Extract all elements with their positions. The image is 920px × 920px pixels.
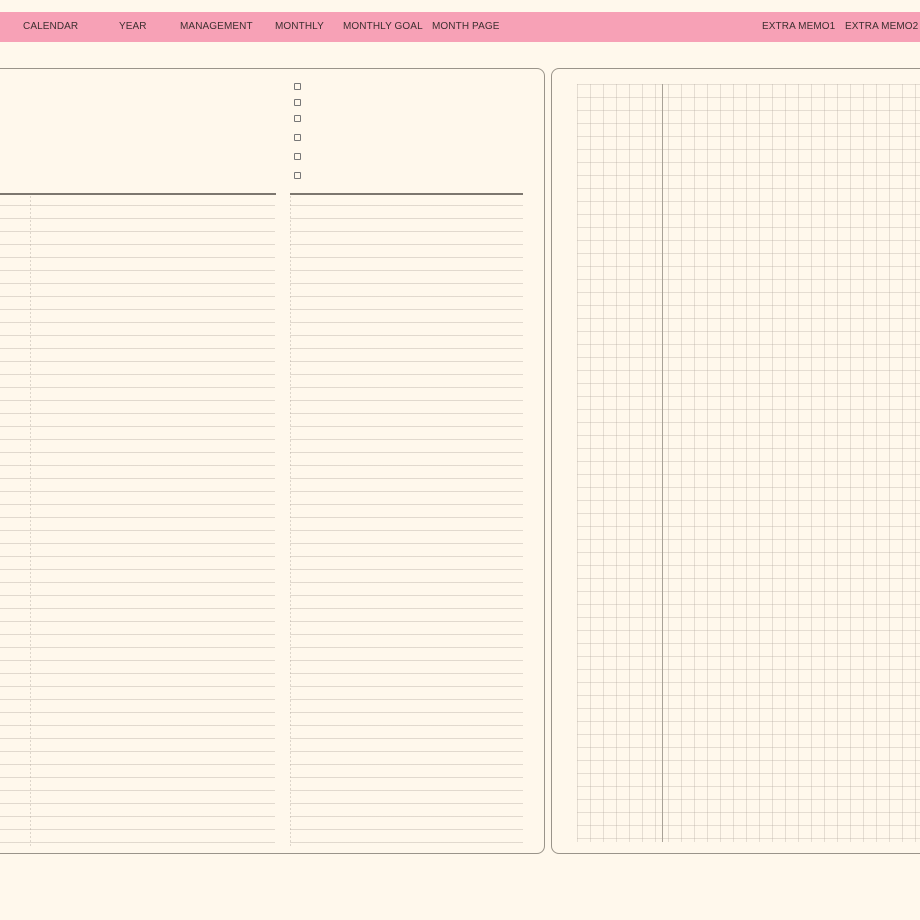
checklist-checkbox-3[interactable]: [294, 115, 301, 122]
grid-vertical-divider: [662, 84, 663, 842]
tab-monthly[interactable]: MONTHLY: [275, 12, 324, 42]
tab-year[interactable]: YEAR: [119, 12, 147, 42]
checklist-checkbox-4[interactable]: [294, 134, 301, 141]
lined-notes-area-left[interactable]: [0, 205, 275, 847]
checklist-checkbox-2[interactable]: [294, 99, 301, 106]
checklist-checkbox-6[interactable]: [294, 172, 301, 179]
margin-line-right: [290, 196, 291, 846]
grid-memo-area[interactable]: [577, 84, 920, 842]
tab-calendar[interactable]: CALENDAR: [23, 12, 78, 42]
right-section-divider: [290, 193, 523, 195]
tab-management[interactable]: MANAGEMENT: [180, 12, 253, 42]
checklist-checkbox-1[interactable]: [294, 83, 301, 90]
tab-extra-memo1[interactable]: EXTRA MEMO1: [762, 12, 835, 42]
tab-monthly-goal[interactable]: MONTHLY GOAL: [343, 12, 423, 42]
lined-notes-area-right[interactable]: [290, 205, 523, 847]
checklist-checkbox-5[interactable]: [294, 153, 301, 160]
tab-month-page[interactable]: MONTH PAGE: [432, 12, 499, 42]
left-section-divider: [0, 193, 276, 195]
tab-extra-memo2[interactable]: EXTRA MEMO2: [845, 12, 918, 42]
margin-line-left: [30, 196, 31, 846]
top-navigation-bar: CALENDAR YEAR MANAGEMENT MONTHLY MONTHLY…: [0, 12, 920, 42]
